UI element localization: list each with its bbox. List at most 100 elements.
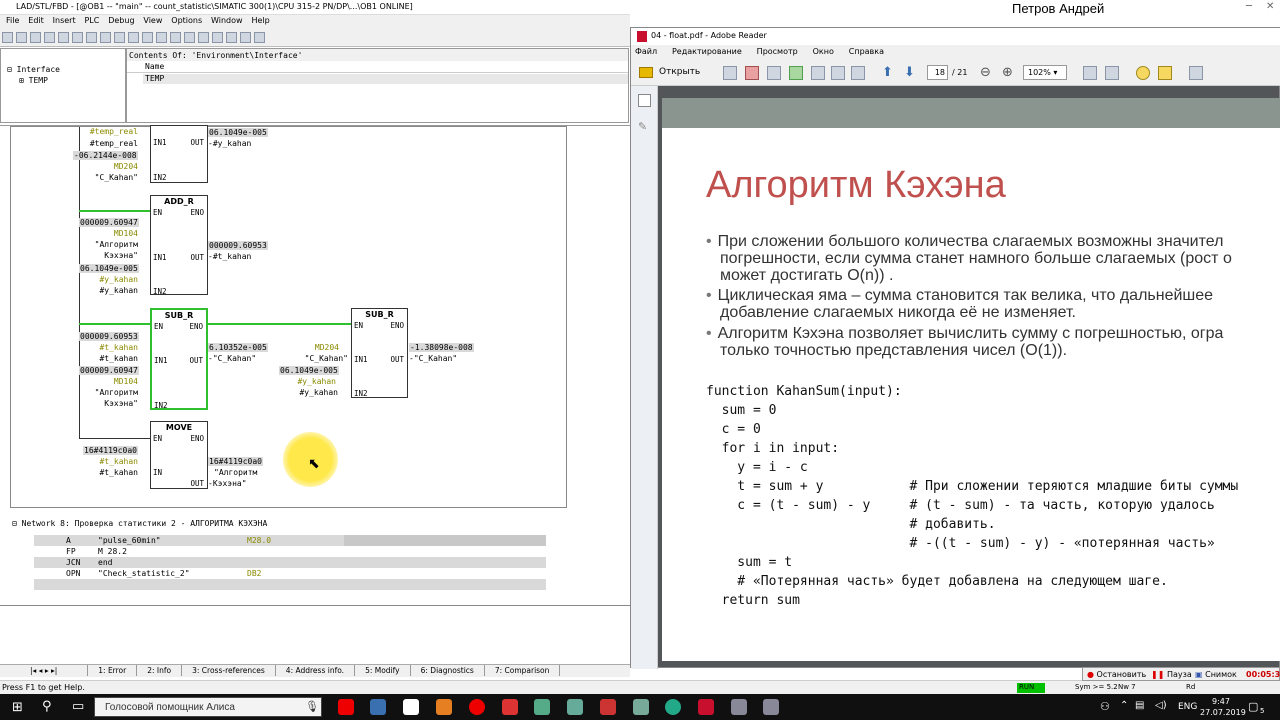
snapshot-button[interactable]: ▣ Снимок — [1195, 670, 1237, 679]
redo-icon[interactable] — [128, 32, 139, 43]
menu-help-ru[interactable]: Справка — [849, 47, 884, 56]
menu-window-ru[interactable]: Окно — [813, 47, 834, 56]
email-icon[interactable] — [851, 66, 865, 80]
folder-icon[interactable] — [639, 67, 653, 78]
contact-icon[interactable] — [212, 32, 223, 43]
tab-address-info[interactable]: 4: Address info. — [276, 665, 356, 676]
new-icon[interactable] — [2, 32, 13, 43]
menu-help[interactable]: Help — [251, 16, 269, 25]
menu-debug[interactable]: Debug — [108, 16, 134, 25]
stop-button[interactable]: ● Остановить — [1087, 670, 1146, 679]
pages-icon[interactable] — [638, 94, 651, 107]
copy-icon[interactable] — [86, 32, 97, 43]
firefox-icon[interactable] — [436, 699, 452, 715]
stl-icon[interactable] — [184, 32, 195, 43]
menu-window[interactable]: Window — [211, 16, 243, 25]
zoom-out-icon[interactable]: ⊖ — [980, 65, 991, 80]
app-icon[interactable] — [731, 699, 747, 715]
yandex-browser-icon[interactable] — [502, 699, 518, 715]
language-indicator[interactable]: ENG — [1178, 702, 1197, 712]
network-icon[interactable]: ▤ — [1135, 700, 1144, 711]
adobe-reader-icon[interactable] — [698, 699, 714, 715]
pause-button[interactable]: ❚❚ Пауза — [1151, 670, 1192, 679]
tree-root[interactable]: ⊟ Interface — [7, 65, 60, 74]
open-button[interactable]: Открыть — [659, 67, 700, 77]
tab-modify[interactable]: 5: Modify — [355, 665, 411, 676]
netpro-icon[interactable] — [633, 699, 649, 715]
tab-cross-references[interactable]: 3: Cross-references — [182, 665, 276, 676]
save-icon[interactable] — [30, 32, 41, 43]
upload-icon[interactable] — [789, 66, 803, 80]
print-icon[interactable] — [58, 32, 69, 43]
menu-file-ru[interactable]: Файл — [635, 47, 657, 56]
clock-time[interactable]: 9:47 — [1212, 697, 1230, 706]
cut-icon[interactable] — [72, 32, 83, 43]
ladder-icon[interactable] — [170, 32, 181, 43]
tab-error[interactable]: 1: Error — [88, 665, 138, 676]
document-icon[interactable] — [403, 699, 419, 715]
prev-page-icon[interactable]: ⬆ — [882, 65, 893, 80]
tab-info[interactable]: 2: Info — [137, 665, 183, 676]
fit-page-icon[interactable] — [1083, 66, 1097, 80]
tab-diagnostics[interactable]: 6: Diagnostics — [411, 665, 485, 676]
open-icon[interactable] — [16, 32, 27, 43]
comment-icon[interactable] — [1136, 66, 1150, 80]
menu-view[interactable]: View — [143, 16, 162, 25]
menu-view-ru[interactable]: Просмотр — [757, 47, 798, 56]
menu-plc[interactable]: PLC — [84, 16, 99, 25]
explorer-icon[interactable] — [370, 699, 386, 715]
page-number-input[interactable]: 18 — [927, 65, 948, 80]
top-block[interactable]: IN1 OUT IN2 — [150, 125, 208, 183]
coil-icon[interactable] — [226, 32, 237, 43]
export-icon[interactable] — [745, 66, 759, 80]
overview-icon[interactable] — [156, 32, 167, 43]
close-icon[interactable]: ✕ — [1266, 1, 1274, 12]
sign-icon[interactable] — [767, 66, 781, 80]
opera-icon[interactable] — [338, 699, 354, 715]
network-8-header[interactable]: ⊟ Network 8: Проверка статистики 2 - АЛГ… — [12, 519, 267, 528]
next-page-icon[interactable]: ⬇ — [904, 65, 915, 80]
volume-icon[interactable]: ◁) — [1155, 700, 1167, 711]
paste-icon[interactable] — [100, 32, 111, 43]
chrome-icon[interactable] — [665, 699, 681, 715]
sub-r-block-2[interactable]: SUB_R EN ENO IN1 OUT IN2 — [351, 308, 408, 398]
fbd-icon[interactable] — [198, 32, 209, 43]
sub-r-block-1[interactable]: SUB_R EN ENO IN1 OUT IN2 — [150, 308, 208, 410]
task-view-icon[interactable]: ▭ — [72, 699, 84, 714]
menu-options[interactable]: Options — [171, 16, 202, 25]
highlight-icon[interactable] — [1158, 66, 1172, 80]
branch-icon[interactable] — [240, 32, 251, 43]
tree-child[interactable]: ⊞ TEMP — [19, 76, 48, 85]
menu-file[interactable]: File — [6, 16, 19, 25]
screen-recorder-icon[interactable] — [600, 699, 616, 715]
download-icon[interactable] — [44, 32, 55, 43]
assistant-search-box[interactable]: Голосовой помощник Алиса 🎙 — [94, 697, 322, 717]
fit-width-icon[interactable] — [1105, 66, 1119, 80]
menu-edit[interactable]: Edit — [28, 16, 44, 25]
add-r-block[interactable]: ADD_R EN ENO IN1 OUT IN2 — [150, 195, 208, 296]
windows-start-icon[interactable]: ⊞ — [12, 700, 23, 715]
move-block[interactable]: MOVE EN ENO IN OUT — [150, 421, 208, 489]
tray-arrow-icon[interactable]: ⌃ — [1120, 700, 1128, 711]
monitor-icon[interactable] — [142, 32, 153, 43]
zoom-select[interactable]: 102% ▾ — [1023, 65, 1067, 80]
zoom-in-icon[interactable]: ⊕ — [1002, 65, 1013, 80]
menu-insert[interactable]: Insert — [53, 16, 76, 25]
clock-date[interactable]: 27.07.2019 — [1200, 708, 1246, 717]
notification-icon[interactable]: ▢ — [1248, 700, 1258, 713]
stl-row[interactable] — [34, 579, 546, 590]
search-icon[interactable]: ⚲ — [42, 699, 52, 714]
minimize-icon[interactable]: ─ — [1246, 1, 1252, 12]
app-icon[interactable] — [763, 699, 779, 715]
undo-icon[interactable] — [114, 32, 125, 43]
save-icon[interactable] — [811, 66, 825, 80]
simatic-icon[interactable] — [534, 699, 550, 715]
microphone-icon[interactable]: 🎙 — [305, 700, 319, 713]
yandex-icon[interactable] — [469, 699, 485, 715]
help-icon[interactable] — [254, 32, 265, 43]
create-pdf-icon[interactable] — [723, 66, 737, 80]
people-icon[interactable]: ⚇ — [1100, 700, 1110, 713]
contents-column-name[interactable]: Name — [127, 62, 628, 73]
fullscreen-icon[interactable] — [1189, 66, 1203, 80]
tab-comparison[interactable]: 7: Comparison — [485, 665, 561, 676]
